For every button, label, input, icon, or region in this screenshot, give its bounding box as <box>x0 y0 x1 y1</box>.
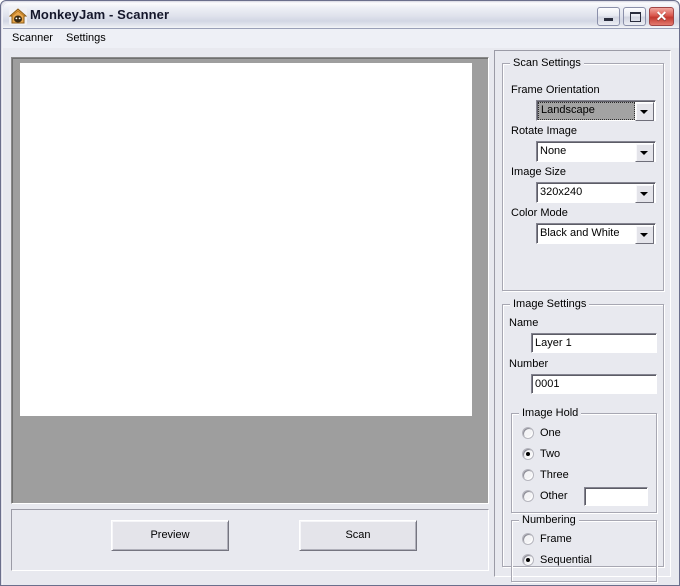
number-input[interactable]: 0001 <box>531 374 657 394</box>
preview-button[interactable]: Preview <box>111 520 229 551</box>
title-bar[interactable]: MonkeyJam - Scanner ✕ <box>3 3 679 29</box>
image-hold-group: Image Hold One Two Three Other <box>511 407 657 513</box>
color-mode-value: Black and White <box>540 227 620 239</box>
radio-label: One <box>540 427 561 439</box>
radio-unchecked-icon <box>522 469 534 481</box>
radio-label: Two <box>540 448 561 460</box>
close-icon: ✕ <box>655 8 668 24</box>
minimize-button[interactable] <box>597 7 620 26</box>
frame-orientation-value: Landscape <box>538 102 635 120</box>
image-size-label: Image Size <box>511 166 567 178</box>
image-size-combo[interactable]: 320x240 <box>536 182 656 203</box>
image-size-value: 320x240 <box>540 186 583 198</box>
monkeyjam-app-icon <box>9 7 27 25</box>
radio-label: Other <box>540 490 568 502</box>
rotate-image-combo[interactable]: None <box>536 141 656 162</box>
window-title: MonkeyJam - Scanner <box>30 7 170 22</box>
rotate-image-value: None <box>540 145 567 157</box>
name-input[interactable]: Layer 1 <box>531 333 657 353</box>
frame-orientation-combo[interactable]: Landscape <box>536 100 656 121</box>
minimize-icon <box>604 18 613 21</box>
radio-checked-icon <box>522 448 534 460</box>
radio-label: Three <box>540 469 569 481</box>
image-settings-group: Image Settings Name Layer 1 Number 0001 … <box>502 298 664 582</box>
scan-settings-title: Scan Settings <box>510 57 584 69</box>
chevron-down-icon[interactable] <box>635 184 654 203</box>
frame-orientation-label: Frame Orientation <box>511 84 600 96</box>
name-label: Name <box>509 317 539 329</box>
preview-panel[interactable] <box>11 57 489 504</box>
image-hold-title: Image Hold <box>519 407 582 419</box>
radio-unchecked-icon <box>522 490 534 502</box>
scan-button[interactable]: Scan <box>299 520 417 551</box>
menu-bar: Scanner Settings <box>3 29 679 49</box>
radio-label: Sequential <box>540 554 592 566</box>
image-settings-title: Image Settings <box>510 298 590 310</box>
chevron-down-icon[interactable] <box>635 143 654 162</box>
image-hold-other-input[interactable] <box>584 487 648 506</box>
numbering-group: Numbering Frame Sequential <box>511 514 657 582</box>
scanner-window: MonkeyJam - Scanner ✕ Scanner Settings P… <box>0 0 680 586</box>
numbering-title: Numbering <box>519 514 579 526</box>
close-button[interactable]: ✕ <box>649 7 674 26</box>
maximize-button[interactable] <box>623 7 646 26</box>
window-controls: ✕ <box>597 7 674 26</box>
client-area: Preview Scan Scan Settings Frame Orienta… <box>3 48 679 585</box>
radio-label: Frame <box>540 533 572 545</box>
preview-image-canvas[interactable] <box>20 63 472 416</box>
color-mode-combo[interactable]: Black and White <box>536 223 656 244</box>
action-button-bar: Preview Scan <box>11 509 489 571</box>
chevron-down-icon[interactable] <box>635 102 654 121</box>
rotate-image-label: Rotate Image <box>511 125 578 137</box>
menu-item-scanner[interactable]: Scanner <box>9 32 56 44</box>
color-mode-label: Color Mode <box>511 207 568 219</box>
number-label: Number <box>509 358 549 370</box>
radio-unchecked-icon <box>522 427 534 439</box>
menu-item-settings[interactable]: Settings <box>63 32 109 44</box>
scan-settings-group: Scan Settings Frame Orientation Landscap… <box>502 57 664 291</box>
settings-panel: Scan Settings Frame Orientation Landscap… <box>494 50 671 582</box>
radio-unchecked-icon <box>522 533 534 545</box>
maximize-icon <box>630 12 641 22</box>
chevron-down-icon[interactable] <box>635 225 654 244</box>
radio-checked-icon <box>522 554 534 566</box>
